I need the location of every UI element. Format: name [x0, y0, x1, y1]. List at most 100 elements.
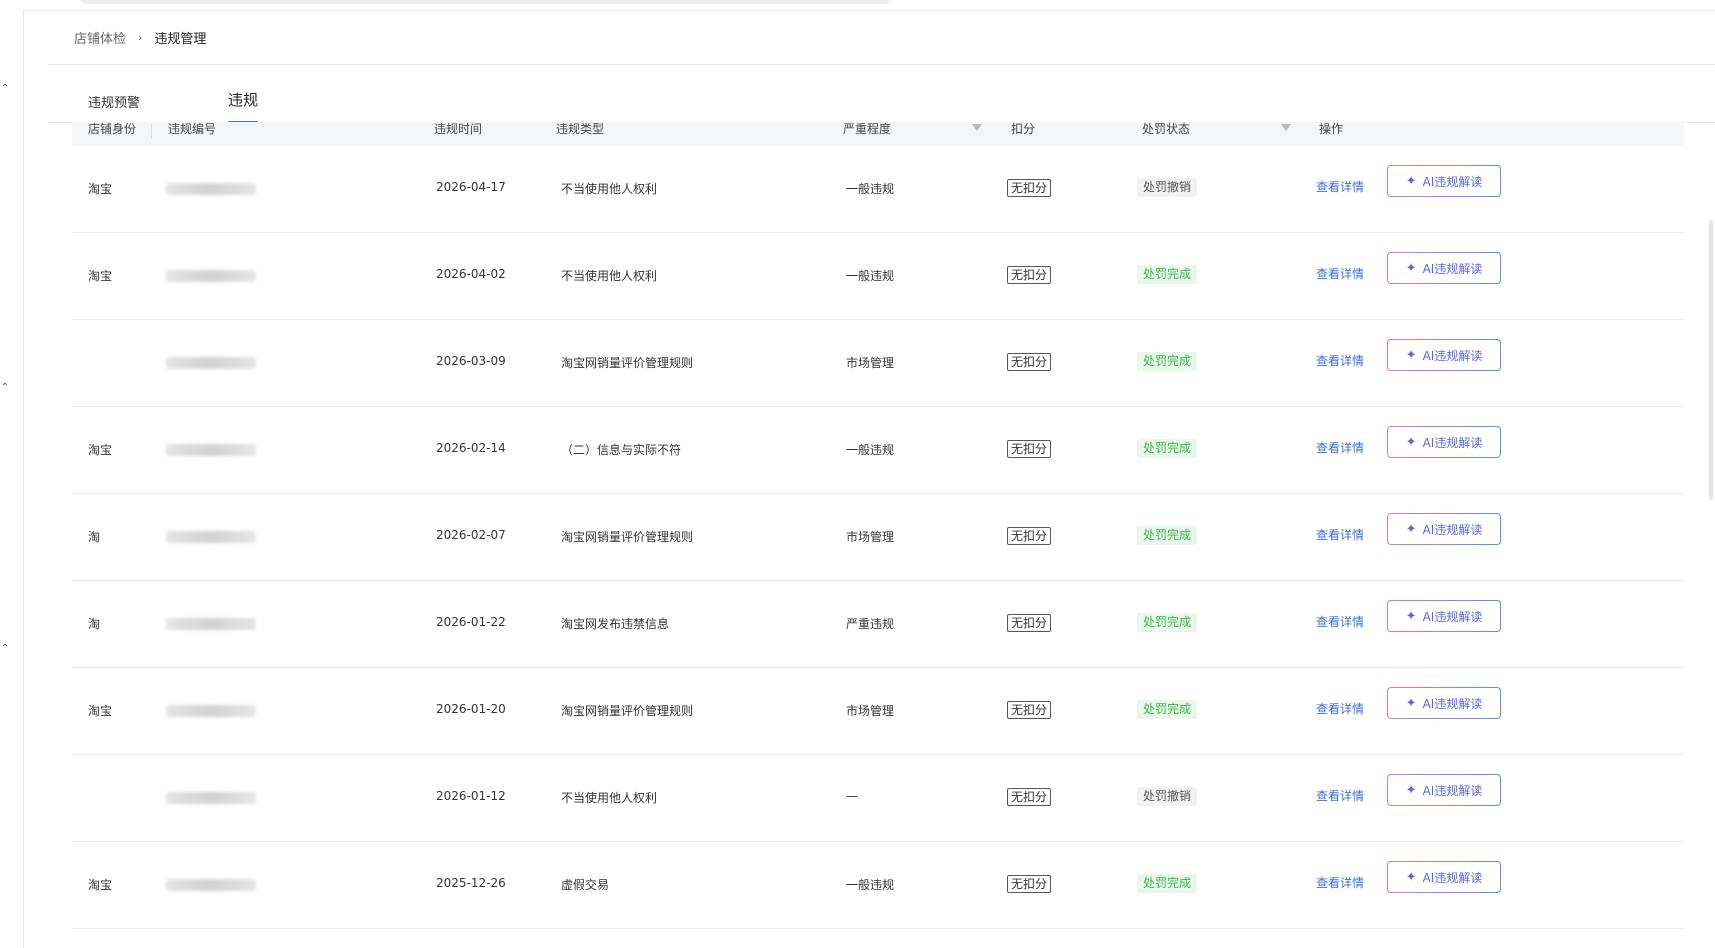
- sparkle-icon: ✦: [1405, 608, 1417, 624]
- row-identity: 淘宝: [88, 878, 113, 892]
- points-tag: 无扣分: [1007, 440, 1052, 458]
- row-severity: 一般违规: [846, 269, 895, 283]
- row-type: 虚假交易: [561, 878, 610, 892]
- status-badge: 处罚完成: [1137, 265, 1198, 284]
- view-detail-link[interactable]: 查看详情: [1316, 352, 1364, 369]
- row-severity: 市场管理: [846, 530, 895, 544]
- points-tag: 无扣分: [1007, 788, 1052, 806]
- status-badge: 处罚完成: [1137, 439, 1198, 458]
- view-detail-link[interactable]: 查看详情: [1316, 439, 1364, 456]
- row-severity: 严重违规: [846, 617, 895, 631]
- view-detail-link[interactable]: 查看详情: [1316, 526, 1364, 543]
- status-badge: 处罚完成: [1137, 874, 1198, 893]
- status-badge: 处罚完成: [1137, 700, 1198, 719]
- collapse-chevron-icon[interactable]: ⌃: [0, 643, 10, 654]
- scrollbar[interactable]: [1709, 220, 1713, 500]
- row-identity: 淘宝: [88, 269, 113, 283]
- table-header: 店铺身份 违规编号 违规时间 违规类型 严重程度 扣分 处罚状态 操作: [72, 122, 1684, 146]
- breadcrumb-parent[interactable]: 店铺体检: [74, 28, 126, 47]
- row-severity: 一般违规: [846, 182, 895, 196]
- filter-icon[interactable]: [972, 124, 982, 131]
- divider: [48, 64, 1715, 65]
- table-row: 淘宝 2026-04-17 不当使用他人权利 一般违规 无扣分 处罚撤销 查看详情 ✦ AI违规…: [72, 146, 1684, 233]
- violation-number-redacted: [166, 183, 256, 195]
- collapse-chevron-icon[interactable]: ⌃: [0, 83, 10, 94]
- points-tag: 无扣分: [1007, 614, 1052, 632]
- header-number: 违规编号: [168, 122, 217, 136]
- header-status: 处罚状态: [1142, 122, 1191, 136]
- breadcrumb-separator-icon: ›: [138, 31, 143, 44]
- table-row: 淘宝 2026-02-14 （二）信息与实际不符 一般违规 无扣分 处罚完成 查看详情 ✦ AI…: [72, 407, 1684, 494]
- table-row: 2026-03-09 淘宝网销量评价管理规则 市场管理 无扣分 处罚完成 查看详情 ✦ AI违…: [72, 320, 1684, 407]
- row-type: 淘宝网发布违禁信息: [561, 617, 670, 631]
- sparkle-icon: ✦: [1405, 695, 1417, 711]
- points-tag: 无扣分: [1007, 875, 1052, 893]
- status-badge: 处罚完成: [1137, 352, 1198, 371]
- table-row: 淘宝 2026-04-02 不当使用他人权利 一般违规 无扣分 处罚完成 查看详情 ✦ AI违规…: [72, 233, 1684, 320]
- sparkle-icon: ✦: [1405, 521, 1417, 537]
- violation-number-redacted: [166, 705, 256, 717]
- table-row: 淘宝 2026-01-20 淘宝网销量评价管理规则 市场管理 无扣分 处罚完成 查看详情 ✦ A…: [72, 668, 1684, 755]
- sparkle-icon: ✦: [1405, 782, 1417, 798]
- row-time: 2026-01-22: [436, 615, 506, 629]
- ai-interpret-button[interactable]: ✦ AI违规解读: [1387, 252, 1501, 284]
- view-detail-link[interactable]: 查看详情: [1316, 874, 1364, 891]
- sparkle-icon: ✦: [1405, 173, 1417, 189]
- filter-icon[interactable]: [1281, 124, 1291, 131]
- ai-interpret-button[interactable]: ✦ AI违规解读: [1387, 339, 1501, 371]
- view-detail-link[interactable]: 查看详情: [1316, 178, 1364, 195]
- collapse-chevron-icon[interactable]: ⌃: [0, 382, 10, 393]
- ai-interpret-label: AI违规解读: [1422, 435, 1483, 450]
- points-tag: 无扣分: [1007, 701, 1052, 719]
- row-type: （二）信息与实际不符: [561, 443, 682, 457]
- row-type: 不当使用他人权利: [561, 791, 658, 805]
- row-time: 2025-12-26: [436, 876, 506, 890]
- top-search-pill[interactable]: [80, 0, 890, 4]
- ai-interpret-label: AI违规解读: [1422, 783, 1483, 798]
- row-severity: —: [846, 789, 858, 803]
- sparkle-icon: ✦: [1405, 260, 1417, 276]
- row-severity: 一般违规: [846, 878, 895, 892]
- points-tag: 无扣分: [1007, 353, 1052, 371]
- view-detail-link[interactable]: 查看详情: [1316, 700, 1364, 717]
- header-time: 违规时间: [434, 122, 483, 136]
- ai-interpret-button[interactable]: ✦ AI违规解读: [1387, 600, 1501, 632]
- row-type: 淘宝网销量评价管理规则: [561, 356, 694, 370]
- status-badge: 处罚撤销: [1137, 178, 1198, 197]
- violation-number-redacted: [166, 879, 256, 891]
- ai-interpret-label: AI违规解读: [1422, 348, 1483, 363]
- row-type: 不当使用他人权利: [561, 269, 658, 283]
- row-severity: 市场管理: [846, 704, 895, 718]
- view-detail-link[interactable]: 查看详情: [1316, 613, 1364, 630]
- ai-interpret-button[interactable]: ✦ AI违规解读: [1387, 861, 1501, 893]
- tab-violation-warning[interactable]: 违规预警: [88, 86, 140, 122]
- tab-violation[interactable]: 违规: [228, 86, 259, 124]
- header-type: 违规类型: [556, 122, 605, 136]
- row-time: 2026-04-17: [436, 180, 506, 194]
- ai-interpret-button[interactable]: ✦ AI违规解读: [1387, 774, 1501, 806]
- row-severity: 市场管理: [846, 356, 895, 370]
- status-badge: 处罚完成: [1137, 526, 1198, 545]
- row-time: 2026-01-12: [436, 789, 506, 803]
- breadcrumb: 店铺体检 › 违规管理: [74, 28, 206, 47]
- view-detail-link[interactable]: 查看详情: [1316, 265, 1364, 282]
- breadcrumb-current: 违规管理: [154, 32, 207, 47]
- table-row: 淘宝 2025-12-26 虚假交易 一般违规 无扣分 处罚完成 查看详情 ✦ AI违规解读: [72, 842, 1684, 929]
- row-identity: 淘宝: [88, 182, 113, 196]
- status-badge: 处罚完成: [1137, 613, 1198, 632]
- violation-number-redacted: [166, 357, 256, 369]
- row-time: 2026-04-02: [436, 267, 506, 281]
- ai-interpret-button[interactable]: ✦ AI违规解读: [1387, 165, 1501, 197]
- sparkle-icon: ✦: [1405, 869, 1417, 885]
- ai-interpret-button[interactable]: ✦ AI违规解读: [1387, 687, 1501, 719]
- status-badge: 处罚撤销: [1137, 787, 1198, 806]
- header-actions: 操作: [1319, 122, 1344, 136]
- row-time: 2026-01-20: [436, 702, 506, 716]
- ai-interpret-button[interactable]: ✦ AI违规解读: [1387, 513, 1501, 545]
- header-points: 扣分: [1011, 122, 1036, 136]
- ai-interpret-button[interactable]: ✦ AI违规解读: [1387, 426, 1501, 458]
- table-row: 2026-01-12 不当使用他人权利 — 无扣分 处罚撤销 查看详情 ✦ AI违规解读: [72, 755, 1684, 842]
- row-severity: 一般违规: [846, 443, 895, 457]
- view-detail-link[interactable]: 查看详情: [1316, 787, 1364, 804]
- top-bar: [0, 0, 1715, 11]
